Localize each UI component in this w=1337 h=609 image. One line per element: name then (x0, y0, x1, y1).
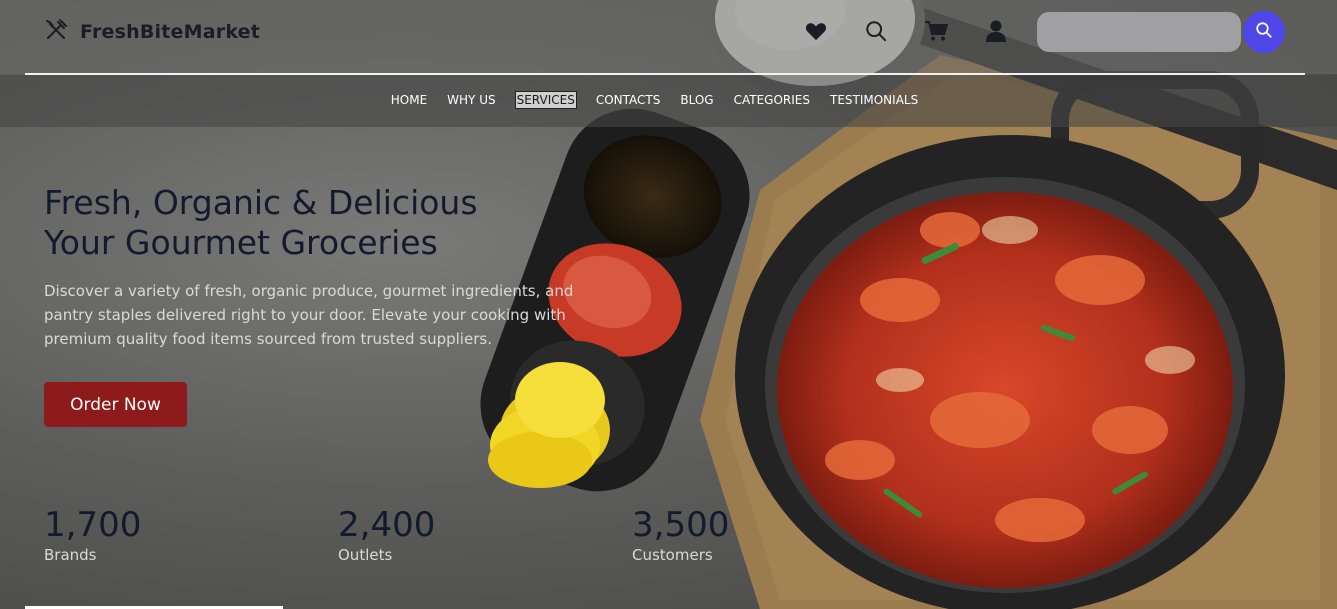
nav-item-why-us[interactable]: WHY US (447, 92, 495, 108)
nav-item-services[interactable]: SERVICES (514, 91, 577, 109)
nav-item-contacts[interactable]: CONTACTS (596, 92, 661, 108)
nav-item-blog[interactable]: BLOG (680, 92, 713, 108)
site-header: FreshBiteMarket (0, 0, 1337, 74)
stat-outlets: 2,400 Outlets (338, 505, 435, 565)
search-input[interactable] (1037, 12, 1241, 52)
stat-customers: 3,500 Customers (632, 505, 729, 565)
search-icon[interactable] (862, 17, 890, 45)
main-nav: HOME WHY US SERVICES CONTACTS BLOG CATEG… (0, 75, 1337, 127)
stat-label: Outlets (338, 546, 393, 564)
nav-item-categories[interactable]: CATEGORIES (734, 92, 810, 108)
heart-icon[interactable] (802, 17, 830, 45)
stat-label: Brands (44, 546, 97, 564)
hero-title: Fresh, Organic & Delicious Your Gourmet … (44, 183, 478, 263)
cart-icon[interactable] (922, 17, 950, 45)
brand-logo[interactable]: FreshBiteMarket (44, 18, 260, 46)
landing-page: FreshBiteMarket HOME WHY US SERVICES CON… (0, 0, 1337, 609)
nav-item-home[interactable]: HOME (391, 92, 427, 108)
stat-value: 2,400 (338, 505, 436, 545)
stat-value: 1,700 (44, 505, 142, 545)
stat-brands: 1,700 Brands (44, 505, 141, 565)
brand-name: FreshBiteMarket (80, 21, 261, 43)
nav-item-testimonials[interactable]: TESTIMONIALS (830, 92, 918, 108)
user-icon[interactable] (982, 17, 1010, 45)
hero-title-line-2: Your Gourmet Groceries (44, 223, 438, 262)
hero-title-line-1: Fresh, Organic & Delicious (44, 183, 478, 222)
search-icon (1255, 21, 1273, 43)
hero-description: Discover a variety of fresh, organic pro… (44, 282, 574, 348)
search-button[interactable] (1243, 11, 1285, 53)
nav-links: HOME WHY US SERVICES CONTACTS BLOG CATEG… (0, 91, 1309, 109)
stat-value: 3,500 (632, 505, 730, 545)
stat-label: Customers (632, 546, 713, 564)
order-now-button[interactable]: Order Now (44, 382, 187, 427)
utensils-icon (44, 18, 68, 46)
